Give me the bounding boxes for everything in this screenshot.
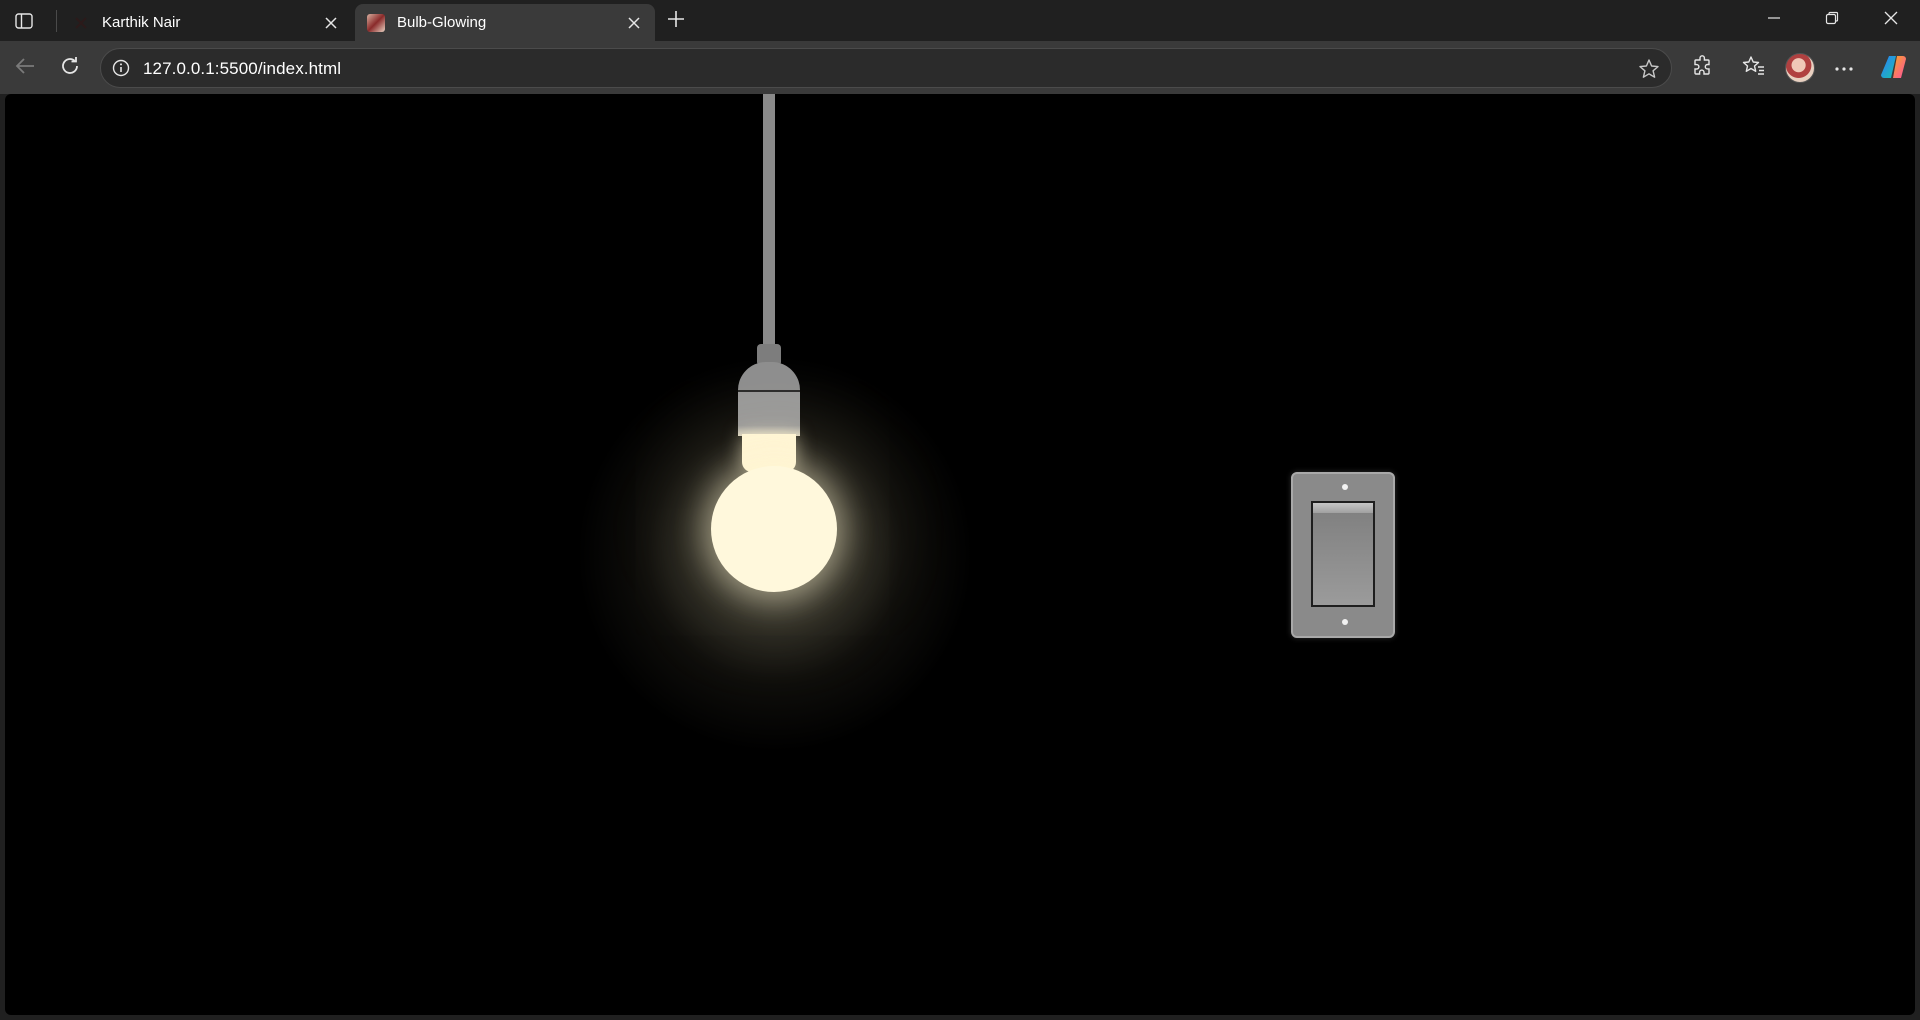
extensions-button[interactable] xyxy=(1686,51,1720,85)
star-icon[interactable] xyxy=(1637,57,1661,81)
close-window-button[interactable] xyxy=(1862,0,1920,41)
more-icon xyxy=(1834,59,1854,77)
tab-title: Karthik Nair xyxy=(102,14,181,31)
url-input[interactable]: 127.0.0.1:5500/index.html xyxy=(143,59,1543,79)
light-switch[interactable] xyxy=(1291,472,1395,638)
minimize-icon xyxy=(1767,11,1781,30)
switch-screw-bottom xyxy=(1342,619,1348,625)
restore-button[interactable] xyxy=(1803,0,1861,41)
favorites-icon xyxy=(1742,55,1766,82)
light-bulb[interactable] xyxy=(711,466,837,592)
tab-bulb-glowing[interactable]: Bulb-Glowing xyxy=(355,4,655,41)
refresh-icon xyxy=(59,55,81,82)
close-icon xyxy=(1884,11,1898,30)
restore-icon xyxy=(1825,11,1839,30)
plus-icon xyxy=(667,10,685,33)
copilot-icon[interactable] xyxy=(1879,52,1909,82)
minimize-button[interactable] xyxy=(1745,0,1803,41)
browser-toolbar: 127.0.0.1:5500/index.html xyxy=(0,41,1920,94)
tab-karthik-nair[interactable]: Karthik Nair xyxy=(60,4,352,41)
profile-image-icon xyxy=(367,13,385,32)
close-tab-icon[interactable] xyxy=(318,10,344,36)
bulb-socket xyxy=(738,390,800,426)
more-button[interactable] xyxy=(1827,51,1861,85)
back-arrow-icon xyxy=(14,57,36,80)
favorites-button[interactable] xyxy=(1737,51,1771,85)
back-button[interactable] xyxy=(8,51,42,85)
cord-cap xyxy=(757,344,781,364)
x-logo-icon xyxy=(72,13,90,32)
puzzle-icon xyxy=(1692,54,1714,82)
title-bar: Karthik Nair Bulb-Glowing xyxy=(0,0,1920,41)
profile-avatar[interactable] xyxy=(1785,53,1815,83)
sidebar-toggle-icon[interactable] xyxy=(10,8,38,34)
page-viewport xyxy=(5,94,1915,1015)
info-icon[interactable] xyxy=(111,58,131,78)
address-bar[interactable]: 127.0.0.1:5500/index.html xyxy=(100,48,1672,88)
tab-separator xyxy=(56,10,57,32)
new-tab-button[interactable] xyxy=(662,8,690,34)
switch-screw-top xyxy=(1342,484,1348,490)
close-tab-icon[interactable] xyxy=(621,10,647,36)
refresh-button[interactable] xyxy=(53,51,87,85)
bulb-cord xyxy=(763,94,775,346)
tab-title: Bulb-Glowing xyxy=(397,14,487,31)
rocker-highlight xyxy=(1313,503,1373,513)
switch-rocker[interactable] xyxy=(1311,501,1375,607)
